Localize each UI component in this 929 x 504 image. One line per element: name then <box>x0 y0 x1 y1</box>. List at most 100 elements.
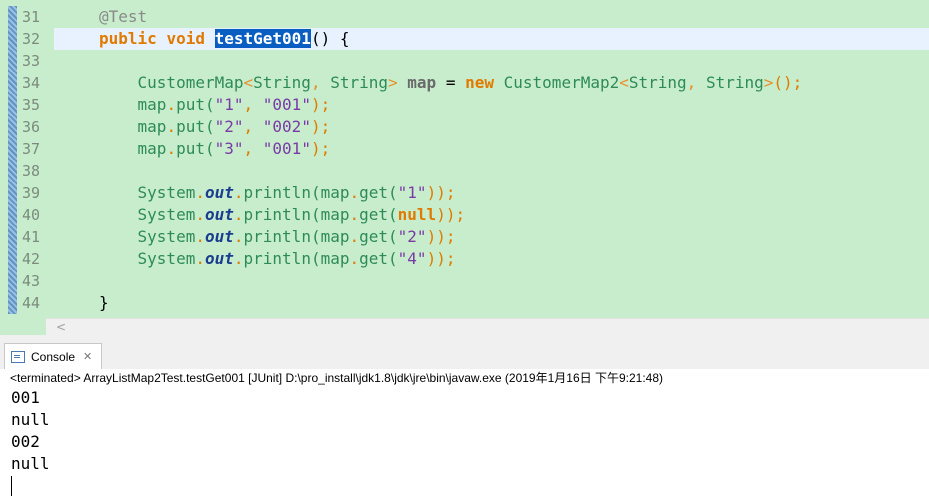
static-field: out <box>204 205 234 224</box>
line-number: 33 <box>8 50 46 72</box>
tab-console[interactable]: Console ✕ <box>4 343 102 369</box>
punctuation: )); <box>426 183 456 202</box>
change-marker <box>8 72 17 94</box>
code-line-empty[interactable] <box>54 270 929 292</box>
selected-method-name[interactable]: testGet001 <box>214 29 311 48</box>
string-literal: "001" <box>262 139 311 158</box>
method-call: println( <box>243 227 321 246</box>
punctuation: . <box>166 95 177 114</box>
scroll-left-icon[interactable]: < <box>56 320 66 334</box>
keyword: public <box>99 29 157 48</box>
type-name: String <box>253 73 311 92</box>
code-line[interactable]: map.put("1", "001"); <box>54 94 929 116</box>
method-call: println( <box>243 249 321 268</box>
punctuation: (); <box>773 73 803 92</box>
line-number: 43 <box>8 270 46 292</box>
console-icon <box>11 350 25 363</box>
method-call: println( <box>243 183 321 202</box>
string-literal: "2" <box>397 227 427 246</box>
type-name: String <box>330 73 388 92</box>
change-marker <box>8 28 17 50</box>
string-literal: "002" <box>262 117 311 136</box>
punctuation: , <box>243 139 263 158</box>
console-output[interactable]: 001 null 002 null <box>0 387 929 504</box>
generic-bracket: < <box>243 73 254 92</box>
punctuation: ); <box>310 95 331 114</box>
line-number: 34 <box>8 72 46 94</box>
punctuation: . <box>233 205 244 224</box>
variable-name: map <box>407 73 437 92</box>
string-literal: "2" <box>214 117 244 136</box>
method-call: put( <box>176 95 215 114</box>
punctuation: . <box>349 183 360 202</box>
code-line[interactable]: System.out.println(map.get("1")); <box>54 182 929 204</box>
generic-bracket: > <box>388 73 398 92</box>
type-name: CustomerMap <box>137 73 244 92</box>
horizontal-scrollbar[interactable]: < <box>46 318 929 336</box>
punctuation: )); <box>436 205 466 224</box>
string-literal: "1" <box>214 95 244 114</box>
punctuation: , <box>243 117 263 136</box>
operator: = <box>436 73 466 92</box>
variable-ref: map <box>320 249 350 268</box>
punctuation: . <box>195 249 205 268</box>
line-number: 39 <box>8 182 46 204</box>
close-icon[interactable]: ✕ <box>83 350 92 363</box>
annotation: @Test <box>99 7 148 26</box>
console-tab-label: Console <box>31 349 76 364</box>
code-line[interactable]: @Test <box>54 6 929 28</box>
text-cursor <box>11 476 12 496</box>
change-marker <box>8 50 17 72</box>
static-field: out <box>204 249 234 268</box>
line-number: 40 <box>8 204 46 226</box>
change-marker <box>8 248 17 270</box>
method-call: put( <box>176 117 215 136</box>
string-literal: "001" <box>262 95 311 114</box>
line-number: 36 <box>8 116 46 138</box>
generic-bracket: > <box>763 73 774 92</box>
line-number: 31 <box>8 6 46 28</box>
string-literal: "3" <box>214 139 244 158</box>
method-signature-rest: () { <box>310 29 350 48</box>
line-number: 32 <box>8 28 46 50</box>
string-literal: "1" <box>397 183 427 202</box>
change-marker <box>8 94 17 116</box>
method-call: get( <box>359 227 398 246</box>
closing-brace: } <box>99 293 109 312</box>
method-call: println( <box>243 205 321 224</box>
punctuation: . <box>233 249 244 268</box>
change-marker <box>8 6 17 28</box>
code-line[interactable]: map.put("3", "001"); <box>54 138 929 160</box>
punctuation: . <box>233 227 244 246</box>
punctuation: . <box>166 117 177 136</box>
punctuation: . <box>349 249 360 268</box>
line-number: 44 <box>8 292 46 314</box>
code-line[interactable]: CustomerMap<String, String> map = new Cu… <box>54 72 929 94</box>
change-marker <box>8 182 17 204</box>
punctuation: . <box>349 227 360 246</box>
code-line[interactable]: map.put("2", "002"); <box>54 116 929 138</box>
change-marker <box>8 270 17 292</box>
code-line[interactable]: System.out.println(map.get(null)); <box>54 204 929 226</box>
code-line-current[interactable]: public void testGet001() { <box>54 28 929 50</box>
code-area[interactable]: @Test public void testGet001() { Custome… <box>54 6 929 314</box>
punctuation: , <box>243 95 263 114</box>
punctuation: . <box>195 205 205 224</box>
punctuation: )); <box>426 227 456 246</box>
class-name: System <box>137 249 196 268</box>
code-line[interactable]: } <box>54 292 929 314</box>
code-line-empty[interactable] <box>54 160 929 182</box>
code-editor[interactable]: 31 32 33 34 35 36 37 38 39 40 41 42 43 4… <box>0 0 929 318</box>
code-line[interactable]: System.out.println(map.get("2")); <box>54 226 929 248</box>
class-name: System <box>137 183 196 202</box>
code-line-empty[interactable] <box>54 50 929 72</box>
method-call: get( <box>359 183 398 202</box>
method-call: get( <box>359 205 398 224</box>
generic-bracket: < <box>619 73 629 92</box>
static-field: out <box>204 227 234 246</box>
punctuation: . <box>195 183 205 202</box>
keyword: void <box>166 29 205 48</box>
class-name: System <box>137 205 196 224</box>
code-line[interactable]: System.out.println(map.get("4")); <box>54 248 929 270</box>
punctuation: . <box>166 139 177 158</box>
